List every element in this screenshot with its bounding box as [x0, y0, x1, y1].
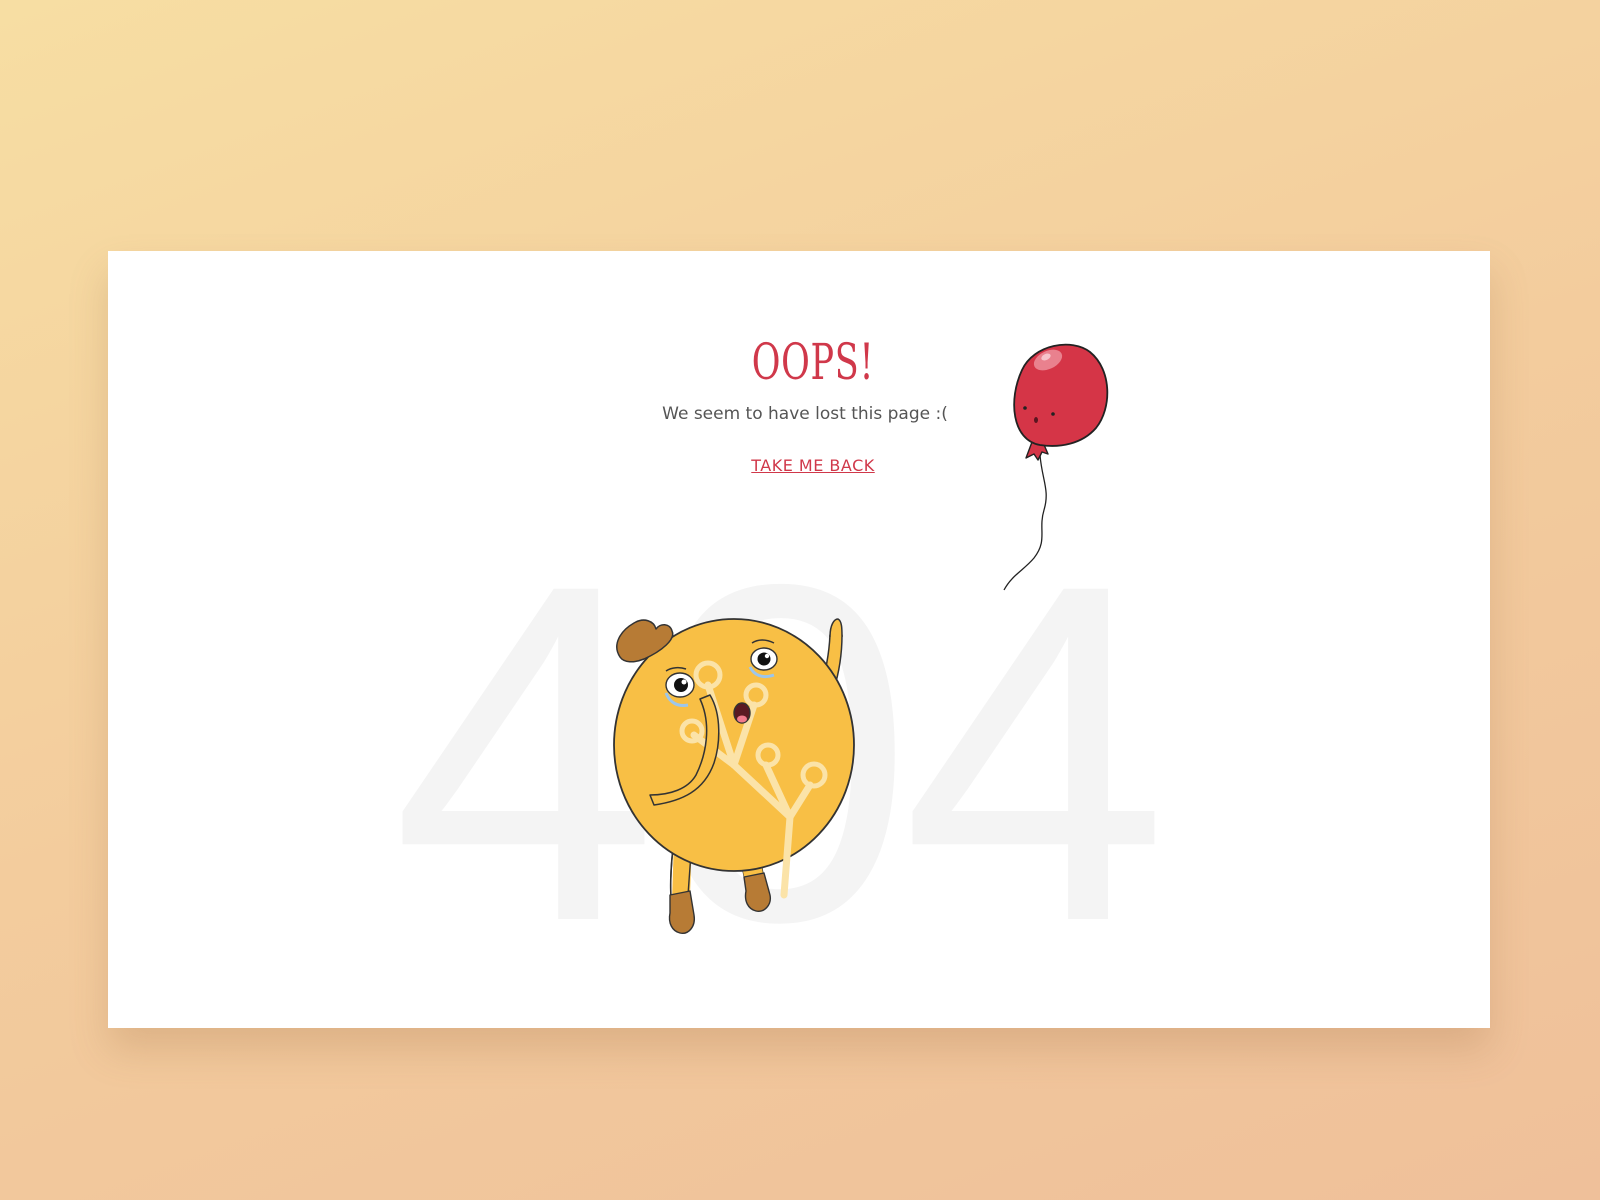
red-balloon-illustration — [1003, 343, 1109, 591]
error-card: 404 OOPS! We seem to have lost this page… — [108, 251, 1490, 1028]
take-me-back-link[interactable]: TAKE ME BACK — [122, 456, 1490, 475]
crying-yellow-character-illustration — [613, 618, 855, 934]
error-message: We seem to have lost this page :( — [662, 404, 948, 424]
